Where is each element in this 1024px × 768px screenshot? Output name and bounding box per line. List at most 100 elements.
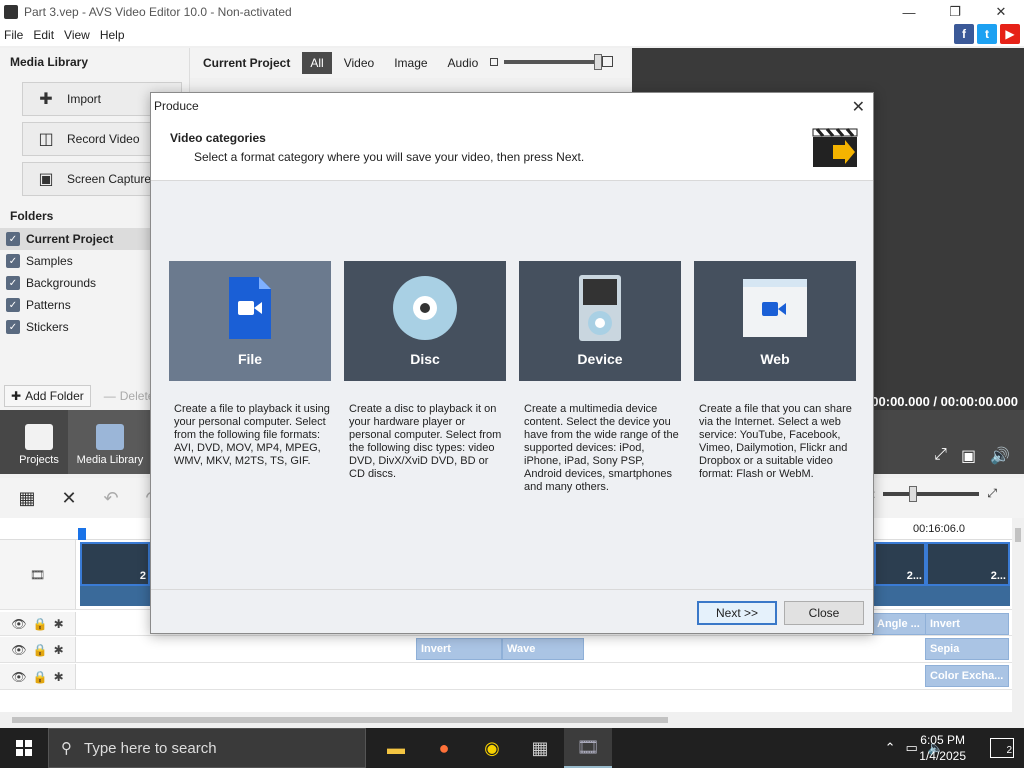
timeline-zoom-slider[interactable]: : ⤢	[872, 485, 997, 502]
tab-image[interactable]: Image	[386, 52, 435, 74]
plus-icon: ✚	[39, 91, 53, 108]
dialog-subheading: Select a format category where you will …	[194, 150, 585, 164]
lock-icon[interactable]: 🔒	[33, 643, 48, 657]
folder-icon: ✓	[6, 320, 20, 334]
undo-icon[interactable]: ↶	[96, 483, 126, 513]
menu-help[interactable]: Help	[100, 28, 125, 42]
window-title: Part 3.vep - AVS Video Editor 10.0 - Non…	[24, 5, 292, 19]
effect-track: 👁 🔒 ✱ Color Excha...	[0, 664, 1012, 690]
firefox-icon[interactable]: ●	[420, 728, 468, 768]
close-button[interactable]: Close	[784, 601, 864, 625]
slider-handle[interactable]	[594, 53, 602, 70]
clapperboard-arrow-icon	[812, 128, 858, 167]
effect-clip[interactable]: Angle ...	[872, 613, 926, 635]
effect-clip[interactable]: Color Excha...	[925, 665, 1009, 687]
timeline-vertical-scrollbar[interactable]	[1012, 518, 1024, 712]
fullscreen-icon[interactable]: ⤢	[934, 446, 947, 466]
thumbnail-size-slider[interactable]	[490, 53, 613, 70]
clapper-icon	[25, 424, 53, 450]
ruler-time: 00:16:06.0	[913, 523, 965, 535]
category-device[interactable]: Device	[519, 261, 681, 381]
video-track-header: 🎞	[0, 540, 76, 609]
effect-clip[interactable]: Sepia	[925, 638, 1009, 660]
tab-projects[interactable]: Projects	[0, 410, 78, 474]
eye-icon[interactable]: 👁	[11, 617, 26, 631]
twitter-icon[interactable]: t	[977, 24, 997, 44]
folder-label: Current Project	[26, 232, 114, 246]
effect-clip[interactable]: Invert	[416, 638, 502, 660]
folder-label: Backgrounds	[26, 276, 97, 290]
playhead-marker[interactable]	[78, 528, 86, 540]
ipod-icon	[579, 275, 621, 341]
search-placeholder: Type here to search	[84, 739, 217, 757]
notification-center-icon[interactable]: 2	[990, 738, 1014, 758]
lock-icon[interactable]: 🔒	[33, 670, 48, 684]
effect-clip[interactable]: Invert	[925, 613, 1009, 635]
effect-clip[interactable]: Wave	[502, 638, 584, 660]
add-folder-button[interactable]: ✚ Add Folder	[4, 385, 91, 407]
youtube-icon[interactable]: ▶	[1000, 24, 1020, 44]
tab-all[interactable]: All	[302, 52, 332, 74]
lock-icon[interactable]: 🔒	[33, 617, 48, 631]
eye-icon[interactable]: 👁	[11, 670, 26, 684]
timeline-horizontal-scrollbar[interactable]	[0, 712, 1024, 728]
snapshot-icon[interactable]: ▣	[961, 446, 976, 466]
category-disc[interactable]: Disc	[344, 261, 506, 381]
storyboard-icon[interactable]: ▦	[12, 483, 42, 513]
category-web[interactable]: Web	[694, 261, 856, 381]
dialog-title-bar: Produce ✕	[151, 93, 873, 119]
effect-icon[interactable]: ✱	[54, 643, 64, 657]
network-icon[interactable]: ▭	[906, 740, 918, 756]
app-icon[interactable]: ▦	[516, 728, 564, 768]
small-size-icon	[490, 57, 498, 66]
audio-clip[interactable]	[80, 586, 150, 606]
title-bar: Part 3.vep - AVS Video Editor 10.0 - Non…	[0, 0, 1024, 24]
next-button[interactable]: Next >>	[697, 601, 777, 625]
facebook-icon[interactable]: f	[954, 24, 974, 44]
tab-video[interactable]: Video	[336, 52, 382, 74]
taskbar-search[interactable]: ⚲ Type here to search	[48, 728, 366, 768]
volume-icon[interactable]: 🔊	[990, 446, 1010, 466]
effect-icon[interactable]: ✱	[54, 670, 64, 684]
avs-video-editor-icon[interactable]: 🎞	[564, 728, 612, 768]
window-controls: — ❐ ✕	[886, 0, 1024, 24]
start-button[interactable]	[0, 728, 48, 768]
dialog-title: Produce	[154, 99, 199, 113]
tab-media-library[interactable]: Media Library	[68, 410, 152, 474]
plus-icon: ✚	[11, 389, 22, 403]
close-window-button[interactable]: ✕	[978, 0, 1024, 24]
eye-icon[interactable]: 👁	[11, 643, 26, 657]
file-explorer-icon[interactable]: ▬	[372, 728, 420, 768]
menu-edit[interactable]: Edit	[33, 28, 54, 42]
minimize-button[interactable]: —	[886, 0, 932, 24]
audio-clip[interactable]	[874, 586, 1010, 606]
effect-icon[interactable]: ✱	[54, 617, 64, 631]
video-clip[interactable]: 2...	[874, 542, 926, 586]
folder-icon: ✓	[6, 276, 20, 290]
app-icon[interactable]: ◉	[468, 728, 516, 768]
tab-audio[interactable]: Audio	[440, 52, 487, 74]
restore-button[interactable]: ❐	[932, 0, 978, 24]
effect-track: 👁 🔒 ✱ Invert Wave Sepia	[0, 637, 1012, 663]
app-icon	[4, 5, 18, 19]
menu-view[interactable]: View	[64, 28, 90, 42]
chevron-up-icon[interactable]: ⌃	[885, 740, 896, 756]
system-clock[interactable]: 6:05 PM 1/4/2025	[919, 732, 966, 764]
scroll-thumb[interactable]	[12, 717, 668, 723]
close-icon[interactable]: ✕	[852, 97, 865, 117]
current-project-label: Current Project	[203, 56, 291, 70]
slider-handle[interactable]	[909, 485, 918, 502]
tab-media-library-label: Media Library	[76, 454, 144, 466]
category-file[interactable]: File	[169, 261, 331, 381]
record-video-label: Record Video	[67, 132, 140, 146]
dialog-footer: Next >> Close	[151, 589, 873, 633]
video-clip[interactable]: 2	[80, 542, 150, 586]
folder-icon: ✓	[6, 298, 20, 312]
clock-date: 1/4/2025	[919, 749, 966, 763]
tab-projects-label: Projects	[19, 454, 59, 466]
windows-icon	[16, 740, 32, 756]
video-clip[interactable]: 2...	[926, 542, 1010, 586]
fit-timeline-icon[interactable]: ⤢	[987, 486, 997, 501]
menu-file[interactable]: File	[4, 28, 23, 42]
delete-icon[interactable]: ✕	[54, 483, 84, 513]
